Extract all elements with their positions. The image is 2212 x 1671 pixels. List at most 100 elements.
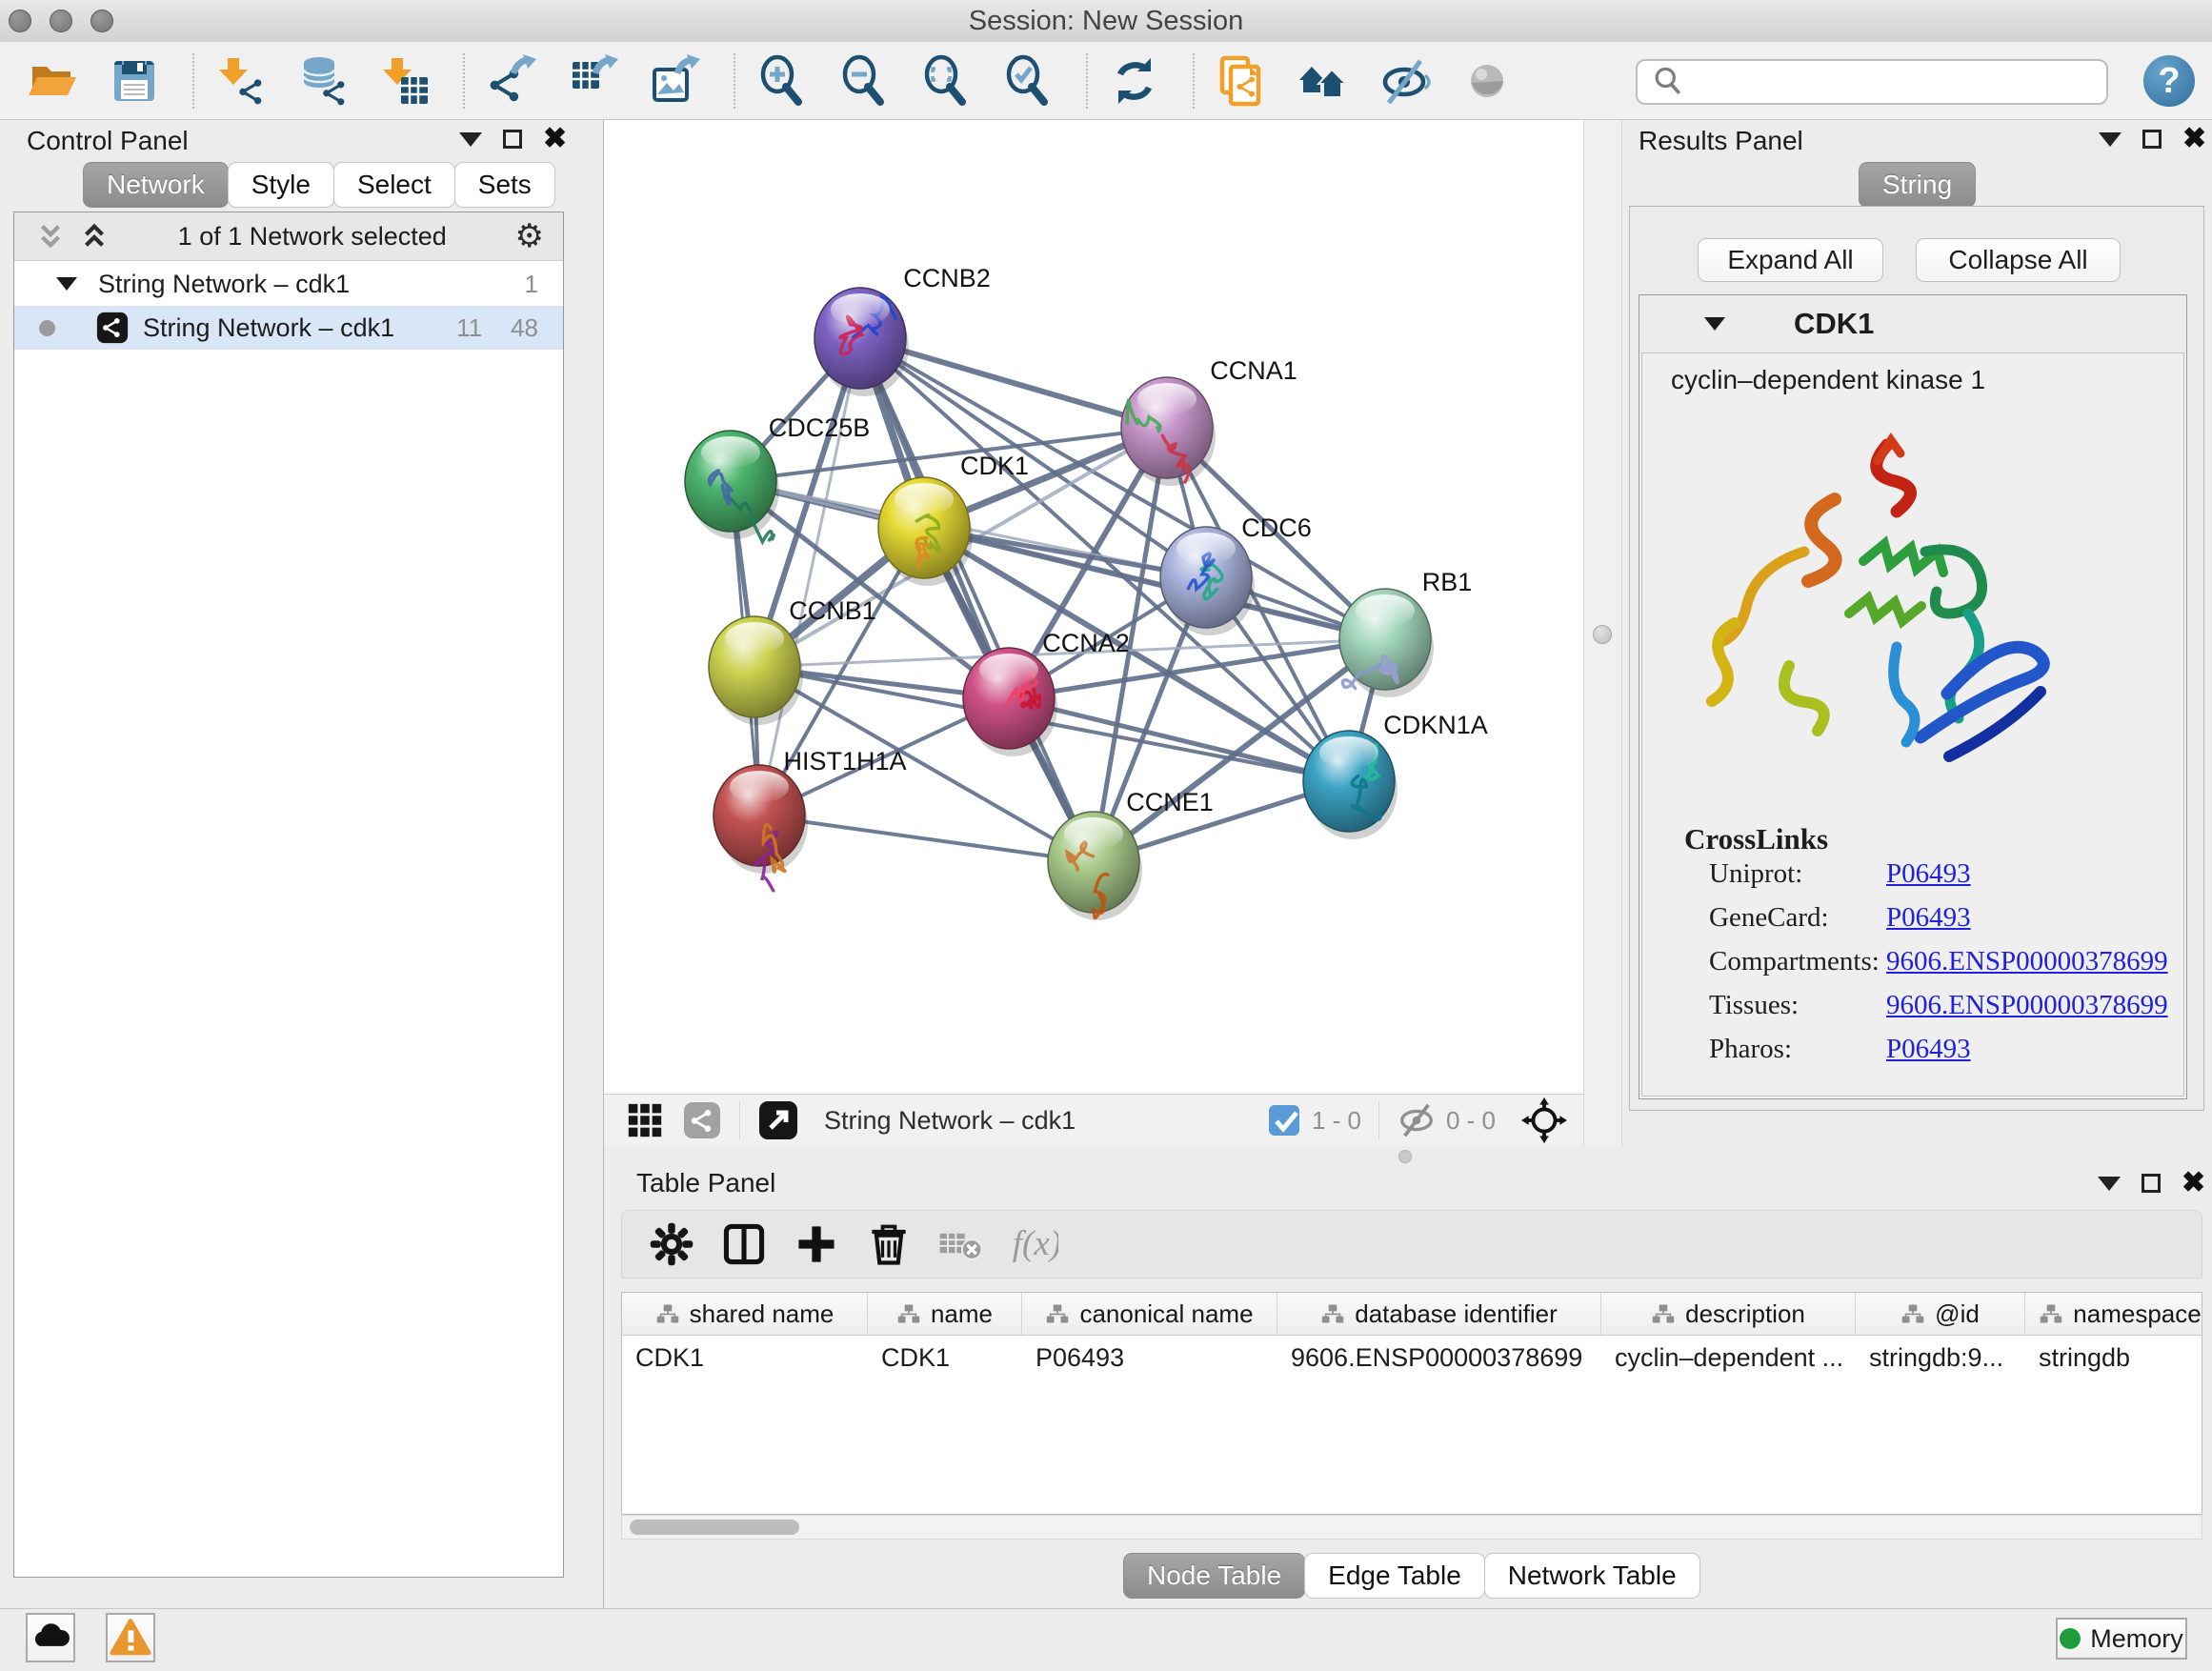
gene-section-header[interactable]: CDK1 <box>1639 295 2186 352</box>
column-header--id[interactable]: @id <box>1856 1293 2025 1335</box>
cloud-button[interactable] <box>26 1613 75 1662</box>
crosslink-link[interactable]: P06493 <box>1886 1034 1971 1065</box>
node-CCNB2[interactable] <box>814 288 909 396</box>
export-network-button[interactable] <box>482 51 541 111</box>
zoom-fit-button[interactable] <box>916 51 975 111</box>
search-input[interactable] <box>1695 62 2106 102</box>
warnings-button[interactable] <box>106 1613 155 1662</box>
table-cell[interactable]: CDK1 <box>622 1336 868 1379</box>
crosslink-link[interactable]: 9606.ENSP00000378699 <box>1886 990 2168 1021</box>
crosslink-link[interactable]: P06493 <box>1886 858 1971 890</box>
node-CDC25B[interactable] <box>685 431 779 542</box>
help-button[interactable]: ? <box>2143 55 2195 107</box>
function-builder-button[interactable]: f(x) <box>1005 1216 1062 1273</box>
duplicate-documents-button[interactable] <box>1212 51 1271 111</box>
node-CDK1[interactable] <box>878 477 973 586</box>
control-panel-float-icon[interactable] <box>503 130 522 149</box>
grid-view-icon[interactable] <box>625 1100 665 1140</box>
node-CDKN1A[interactable] <box>1303 731 1398 839</box>
selected-checkbox-icon[interactable] <box>1266 1102 1302 1138</box>
edge-HIST1H1A-CCNE1[interactable] <box>759 815 1094 862</box>
zoom-out-button[interactable] <box>835 51 894 111</box>
table-panel-menu-icon[interactable] <box>2098 1177 2121 1191</box>
table-panel-close-icon[interactable]: ✖ <box>2182 1174 2205 1193</box>
node-RB1[interactable] <box>1339 589 1434 697</box>
import-network-button[interactable] <box>211 51 271 111</box>
tab-style[interactable]: Style <box>228 162 334 208</box>
column-header-namespace[interactable]: namespace <box>2025 1293 2202 1335</box>
refresh-button[interactable] <box>1105 51 1164 111</box>
splitter-vertical[interactable] <box>1583 120 1622 1146</box>
zoom-in-button[interactable] <box>753 51 812 111</box>
detach-view-icon[interactable] <box>757 1099 799 1141</box>
network-options-gear-icon[interactable]: ⚙ <box>515 220 544 252</box>
table-cell[interactable]: CDK1 <box>868 1336 1022 1379</box>
node-CCNA2[interactable] <box>963 648 1057 756</box>
column-header-canonical-name[interactable]: canonical name <box>1022 1293 1277 1335</box>
results-tab-string[interactable]: String <box>1859 162 1976 208</box>
network-graph[interactable]: CCNB2CCNA1CDC25BCDK1CDC6RB1CCNB1CCNA2CDK… <box>604 120 1583 1094</box>
tab-network-table[interactable]: Network Table <box>1484 1553 1700 1599</box>
tab-edge-table[interactable]: Edge Table <box>1304 1553 1485 1599</box>
table-panel-float-icon[interactable] <box>2142 1174 2161 1193</box>
save-session-button[interactable] <box>105 51 164 111</box>
create-column-button[interactable] <box>788 1216 845 1273</box>
table-cell[interactable]: cyclin–dependent ... <box>1601 1336 1856 1379</box>
split-panel-button[interactable] <box>715 1216 773 1273</box>
node-CCNE1[interactable] <box>1048 812 1142 920</box>
table-cell[interactable]: P06493 <box>1022 1336 1277 1379</box>
tab-network[interactable]: Network <box>83 162 229 208</box>
fit-content-crosshair-icon[interactable] <box>1520 1097 1568 1144</box>
table-row[interactable]: CDK1CDK1P064939606.ENSP00000378699cyclin… <box>622 1336 2202 1379</box>
expand-all-icon[interactable] <box>79 221 110 252</box>
neighbors-houses-button[interactable] <box>1294 51 1353 111</box>
export-table-button[interactable] <box>564 51 623 111</box>
memory-button[interactable]: Memory <box>2056 1618 2187 1660</box>
scrollbar-thumb[interactable] <box>630 1520 799 1535</box>
node-table[interactable]: shared namenamecanonical namedatabase id… <box>621 1292 2202 1515</box>
tab-select[interactable]: Select <box>333 162 455 208</box>
delete-column-button[interactable] <box>860 1216 917 1273</box>
zoom-selected-button[interactable] <box>998 51 1057 111</box>
splitter-horizontal-handle[interactable] <box>1398 1150 1412 1163</box>
open-session-button[interactable] <box>23 51 82 111</box>
results-panel-close-icon[interactable]: ✖ <box>2182 130 2206 149</box>
collapse-all-icon[interactable] <box>35 221 66 252</box>
tab-sets[interactable]: Sets <box>454 162 555 208</box>
network-canvas[interactable]: CCNB2CCNA1CDC25BCDK1CDC6RB1CCNB1CCNA2CDK… <box>604 120 1583 1094</box>
edge-CCNB2-HIST1H1A[interactable] <box>759 338 860 815</box>
crosslink-link[interactable]: 9606.ENSP00000378699 <box>1886 946 2168 977</box>
table-cell[interactable]: stringdb:9... <box>1856 1336 2025 1379</box>
tab-node-table[interactable]: Node Table <box>1123 1553 1305 1599</box>
column-header-description[interactable]: description <box>1601 1293 1856 1335</box>
control-panel-menu-icon[interactable] <box>459 132 482 147</box>
column-header-name[interactable]: name <box>868 1293 1022 1335</box>
column-header-database-identifier[interactable]: database identifier <box>1277 1293 1601 1335</box>
node-CCNA1[interactable] <box>1121 377 1216 486</box>
crosslink-link[interactable]: P06493 <box>1886 902 1971 934</box>
collection-expander-icon[interactable] <box>56 277 77 291</box>
network-view-icon[interactable] <box>682 1100 722 1140</box>
node-CCNB1[interactable] <box>709 616 803 725</box>
collapse-all-button[interactable]: Collapse All <box>1916 238 2121 282</box>
import-table-button[interactable] <box>375 51 434 111</box>
hide-unselected-eye-button[interactable] <box>1376 51 1435 111</box>
import-network-database-button[interactable] <box>293 51 352 111</box>
table-cell[interactable]: 9606.ENSP00000378699 <box>1277 1336 1601 1379</box>
export-image-button[interactable] <box>646 51 705 111</box>
control-panel-close-icon[interactable]: ✖ <box>543 130 567 149</box>
node-CDC6[interactable] <box>1160 527 1255 635</box>
column-header-shared-name[interactable]: shared name <box>622 1293 868 1335</box>
results-panel-menu-icon[interactable] <box>2099 132 2122 147</box>
search-box[interactable] <box>1636 59 2108 105</box>
table-cell[interactable]: stringdb <box>2025 1336 2202 1379</box>
show-all-eye-button[interactable] <box>1458 51 1517 111</box>
results-panel-float-icon[interactable] <box>2142 130 2162 149</box>
gene-expander-icon[interactable] <box>1704 317 1725 331</box>
column-settings-button[interactable] <box>643 1216 700 1273</box>
network-collection-row[interactable]: String Network – cdk1 1 <box>14 262 563 306</box>
splitter-knob[interactable] <box>1593 625 1612 644</box>
table-horizontal-scrollbar[interactable] <box>621 1515 2202 1540</box>
node-HIST1H1A[interactable] <box>714 765 808 891</box>
delete-table-button[interactable] <box>933 1216 990 1273</box>
